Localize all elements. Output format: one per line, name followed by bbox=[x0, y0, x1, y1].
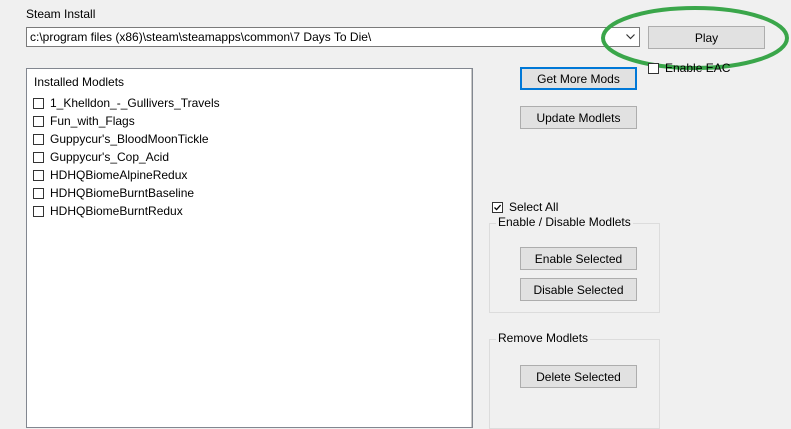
modlet-name: 1_Khelldon_-_Gullivers_Travels bbox=[50, 96, 220, 110]
select-all-box[interactable] bbox=[492, 201, 503, 213]
modlet-name: Guppycur's_Cop_Acid bbox=[50, 150, 170, 164]
installed-modlets-list[interactable]: Installed Modlets 1_Khelldon_-_Gullivers… bbox=[26, 68, 473, 428]
modlet-name: HDHQBiomeBurntBaseline bbox=[50, 186, 195, 200]
delete-selected-button[interactable]: Delete Selected bbox=[520, 365, 637, 388]
steam-install-path-combo[interactable]: c:\program files (x86)\steam\steamapps\c… bbox=[26, 27, 640, 47]
update-modlets-button[interactable]: Update Modlets bbox=[520, 106, 637, 129]
steam-install-label: Steam Install bbox=[26, 7, 96, 21]
enable-selected-button[interactable]: Enable Selected bbox=[520, 247, 637, 270]
steam-install-path-value: c:\program files (x86)\steam\steamapps\c… bbox=[30, 30, 372, 44]
list-item[interactable]: Guppycur's_Cop_Acid bbox=[33, 149, 169, 165]
get-more-mods-button[interactable]: Get More Mods bbox=[520, 67, 637, 90]
list-item[interactable]: Fun_with_Flags bbox=[33, 113, 135, 129]
checkmark-icon bbox=[494, 204, 502, 211]
modlet-checkbox[interactable] bbox=[33, 97, 44, 109]
modlet-name: HDHQBiomeBurntRedux bbox=[50, 204, 183, 218]
list-item[interactable]: 1_Khelldon_-_Gullivers_Travels bbox=[33, 95, 220, 111]
select-all-label: Select All bbox=[509, 200, 559, 214]
enable-eac-checkbox[interactable]: Enable EAC bbox=[648, 61, 730, 75]
play-button[interactable]: Play bbox=[648, 26, 765, 49]
chevron-down-icon[interactable] bbox=[621, 28, 639, 46]
installed-modlets-title: Installed Modlets bbox=[34, 75, 125, 89]
remove-modlets-group-title: Remove Modlets bbox=[496, 331, 591, 345]
modlet-name: Guppycur's_BloodMoonTickle bbox=[50, 132, 209, 146]
list-item[interactable]: HDHQBiomeBurntRedux bbox=[33, 203, 183, 219]
modlet-checkbox[interactable] bbox=[33, 169, 44, 181]
enable-disable-group-title: Enable / Disable Modlets bbox=[496, 215, 633, 229]
enable-eac-box[interactable] bbox=[648, 62, 659, 74]
modlet-checkbox[interactable] bbox=[33, 151, 44, 163]
disable-selected-button[interactable]: Disable Selected bbox=[520, 278, 637, 301]
list-divider bbox=[471, 69, 472, 427]
modlet-checkbox[interactable] bbox=[33, 133, 44, 145]
select-all-checkbox[interactable]: Select All bbox=[492, 200, 558, 214]
modlet-checkbox[interactable] bbox=[33, 187, 44, 199]
modlet-checkbox[interactable] bbox=[33, 205, 44, 217]
list-item[interactable]: HDHQBiomeAlpineRedux bbox=[33, 167, 187, 183]
modlet-name: Fun_with_Flags bbox=[50, 114, 135, 128]
enable-eac-label: Enable EAC bbox=[665, 61, 731, 75]
modlet-name: HDHQBiomeAlpineRedux bbox=[50, 168, 188, 182]
list-item[interactable]: HDHQBiomeBurntBaseline bbox=[33, 185, 194, 201]
modlet-checkbox[interactable] bbox=[33, 115, 44, 127]
list-item[interactable]: Guppycur's_BloodMoonTickle bbox=[33, 131, 209, 147]
